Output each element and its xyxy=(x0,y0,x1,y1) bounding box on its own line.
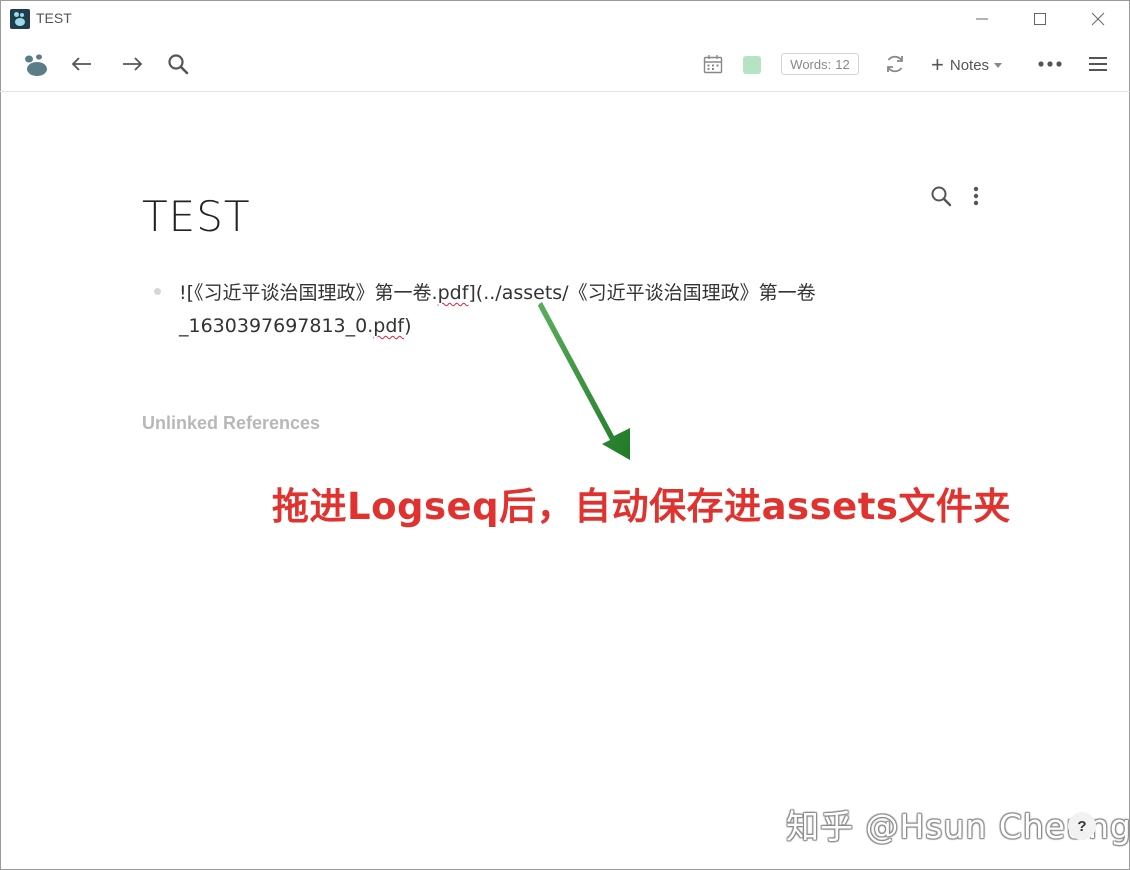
block-text: _1630397697813_0. xyxy=(179,315,374,337)
logseq-logo-icon[interactable] xyxy=(20,48,52,80)
arrow-left-icon xyxy=(71,57,91,71)
word-count-value: 12 xyxy=(835,56,850,72)
unlinked-references-toggle[interactable]: Unlinked References xyxy=(142,413,320,434)
page-options-button[interactable] xyxy=(968,182,984,210)
block-text-misspelled: pdf xyxy=(373,315,405,337)
page-title[interactable]: TEST xyxy=(142,192,251,241)
forward-button[interactable] xyxy=(118,48,146,80)
word-count-badge: Words: 12 xyxy=(781,53,859,75)
app-icon xyxy=(10,9,30,29)
maximize-icon xyxy=(1034,13,1046,25)
new-notes-label: Notes xyxy=(949,56,990,74)
page-search-button[interactable] xyxy=(929,182,953,210)
arrow-right-icon xyxy=(123,57,143,71)
minimize-button[interactable] xyxy=(959,4,1005,34)
sync-status-indicator[interactable] xyxy=(743,56,761,74)
refresh-button[interactable] xyxy=(882,48,908,80)
hamburger-icon xyxy=(1089,57,1107,71)
more-button[interactable] xyxy=(1036,48,1064,80)
journal-button[interactable] xyxy=(700,48,726,80)
close-icon xyxy=(1091,12,1105,26)
annotation-arrow xyxy=(538,302,630,460)
annotation-text: 拖进Logseq后，自动保存进assets文件夹 xyxy=(272,485,1011,528)
vertical-ellipsis-icon xyxy=(973,186,979,206)
title-bar[interactable]: TEST xyxy=(0,0,1130,38)
plus-icon: + xyxy=(931,52,944,77)
calendar-icon xyxy=(703,55,723,74)
minimize-icon xyxy=(976,18,988,20)
refresh-icon xyxy=(887,55,903,73)
block-text-misspelled: pdf xyxy=(437,282,469,304)
new-notes-button[interactable]: + Notes xyxy=(931,52,1003,77)
help-button[interactable]: ? xyxy=(1068,812,1096,840)
block-content[interactable]: ![《习近平谈治国理政》第一卷.pdf](../assets/《习近平谈治国理政… xyxy=(179,277,869,343)
chevron-down-icon xyxy=(994,62,1003,68)
back-button[interactable] xyxy=(68,48,96,80)
block-text: ![《习近平谈治国理政》第一卷. xyxy=(179,282,438,304)
search-icon xyxy=(168,54,189,75)
word-count-label: Words: xyxy=(790,56,832,72)
block-bullet[interactable] xyxy=(154,288,161,295)
block-text: ](../assets/《习近平谈治国理政》第一卷 xyxy=(468,282,816,304)
search-icon xyxy=(931,186,952,207)
close-button[interactable] xyxy=(1075,4,1121,34)
toolbar: Words: 12 + Notes xyxy=(0,40,1130,92)
block-text: ) xyxy=(404,315,412,337)
ellipsis-icon xyxy=(1038,61,1062,67)
maximize-button[interactable] xyxy=(1017,4,1063,34)
search-button[interactable] xyxy=(164,48,192,80)
window-title: TEST xyxy=(36,10,72,26)
menu-button[interactable] xyxy=(1085,48,1111,80)
